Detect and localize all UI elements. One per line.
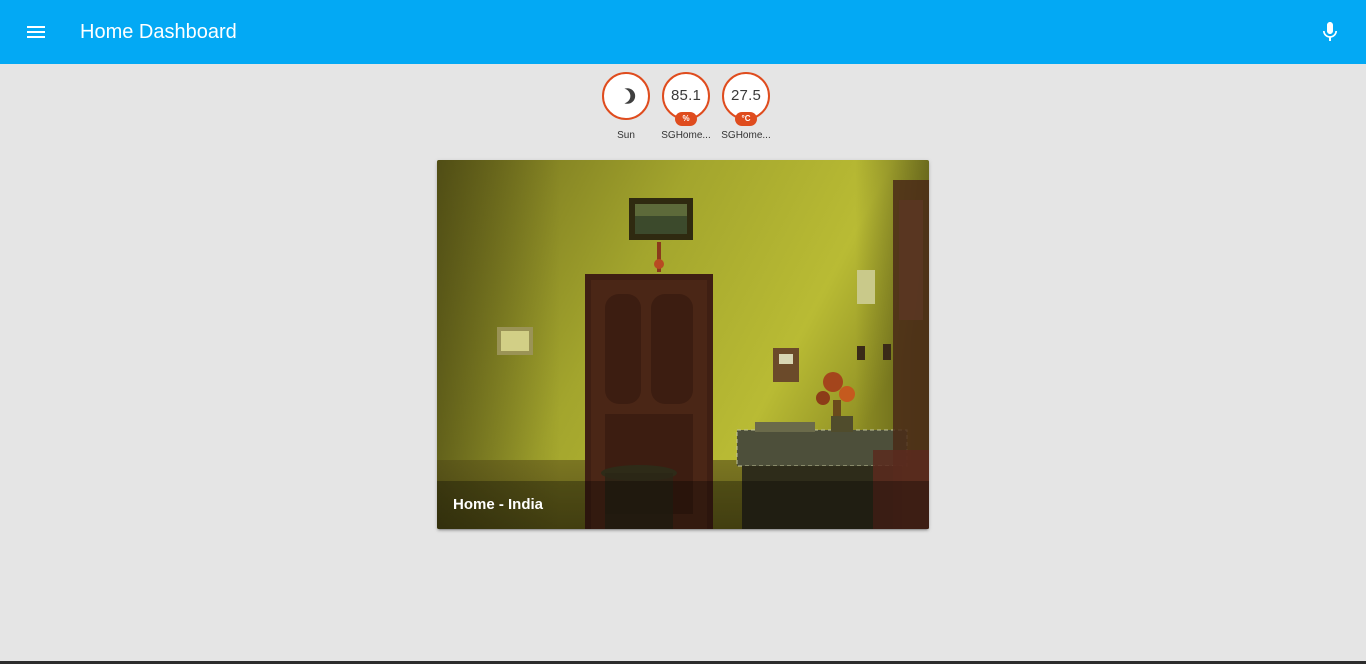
- camera-image: [437, 160, 929, 529]
- badge-temperature[interactable]: 27.5 °C SGHome...: [718, 72, 774, 142]
- state-badges: Sun 85.1 % SGHome... 27.5 °C SGHome...: [598, 72, 774, 142]
- menu-icon: [27, 26, 45, 38]
- voice-command-button[interactable]: [1310, 12, 1350, 52]
- badge-unit: %: [675, 112, 697, 126]
- camera-card[interactable]: Home - India: [437, 160, 929, 529]
- badge-value: 27.5: [731, 87, 761, 104]
- menu-button[interactable]: [16, 12, 56, 52]
- badge-label: Sun: [617, 130, 635, 141]
- moon-icon: [624, 88, 636, 104]
- page-title: Home Dashboard: [80, 21, 237, 43]
- app-toolbar: Home Dashboard: [0, 0, 1366, 64]
- badge-unit: °C: [735, 112, 757, 126]
- badge-humidity[interactable]: 85.1 % SGHome...: [658, 72, 714, 142]
- badge-circle: 27.5 °C: [722, 72, 770, 126]
- badge-label: SGHome...: [721, 130, 771, 141]
- badge-circle: [602, 72, 650, 120]
- camera-caption: Home - India: [437, 481, 929, 529]
- badge-value: 85.1: [671, 87, 701, 104]
- badge-circle: 85.1 %: [662, 72, 710, 126]
- badge-label: SGHome...: [661, 130, 711, 141]
- badge-sun[interactable]: Sun: [598, 72, 654, 142]
- microphone-icon: [1323, 22, 1337, 41]
